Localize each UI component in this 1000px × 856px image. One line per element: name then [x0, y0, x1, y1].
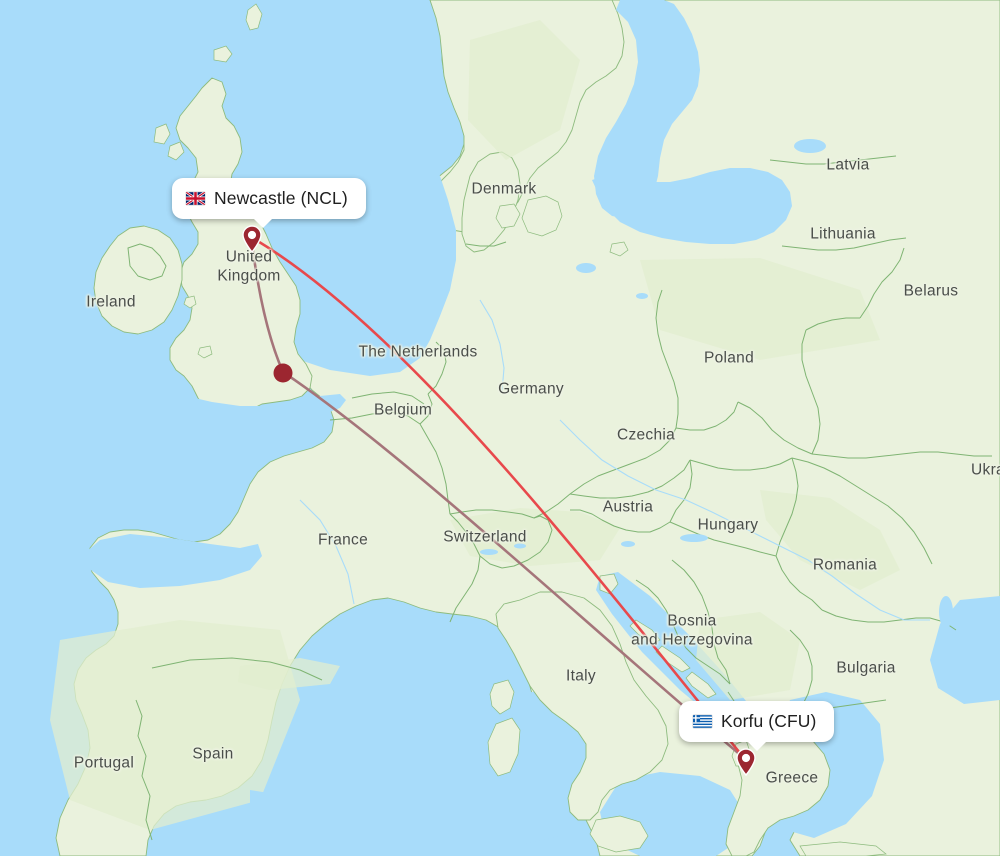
airport-marker-ncl[interactable]	[241, 225, 263, 253]
route-waypoint-dot[interactable]	[273, 363, 293, 383]
airport-bubble-cfu[interactable]: Korfu (CFU)	[679, 701, 835, 751]
airport-bubble-label-cfu: Korfu (CFU)	[721, 711, 817, 731]
map-basemap: .land { fill:#eaf2dd; stroke:#8dbb7e; st…	[0, 0, 1000, 856]
greece-flag	[693, 715, 712, 728]
flight-route-map[interactable]: .land { fill:#eaf2dd; stroke:#8dbb7e; st…	[0, 0, 1000, 856]
airport-bubble-ncl[interactable]: Newcastle (NCL)	[172, 178, 366, 228]
airport-bubble-label-ncl: Newcastle (NCL)	[214, 188, 348, 208]
denmark-zealand	[521, 195, 563, 237]
airport-marker-cfu[interactable]	[735, 748, 757, 776]
united-kingdom-flag	[186, 192, 205, 205]
